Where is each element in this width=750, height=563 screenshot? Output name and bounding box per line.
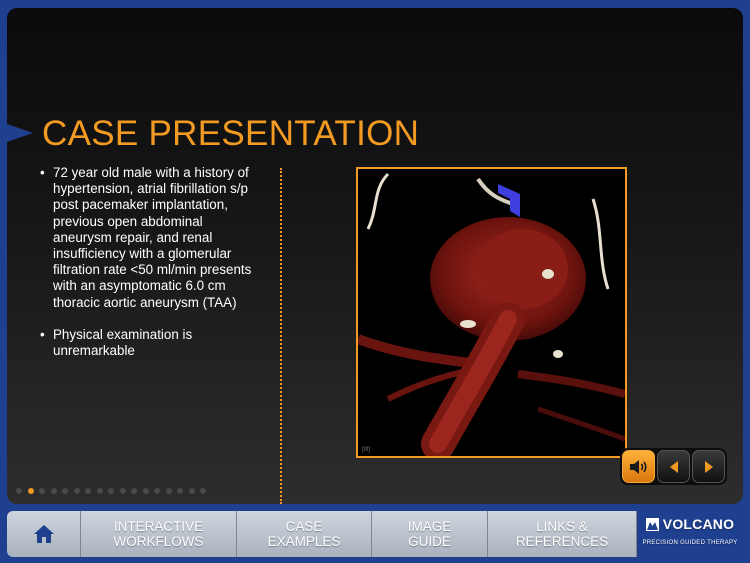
next-button[interactable]	[692, 450, 725, 483]
nav-label: EXAMPLES	[267, 534, 341, 549]
content-panel: CASE PRESENTATION • 72 year old male with…	[7, 8, 743, 504]
volcano-logo[interactable]: VOLCANO PRECISION GUIDED THERAPY	[637, 511, 743, 557]
home-icon	[33, 525, 54, 543]
page-dot[interactable]	[131, 488, 137, 494]
page-dot[interactable]	[142, 488, 149, 494]
page-dot[interactable]	[200, 488, 206, 494]
bullet-icon: •	[40, 326, 45, 342]
volcano-mark-icon	[645, 518, 659, 532]
page-dot[interactable]	[73, 488, 80, 494]
page-dot[interactable]	[50, 488, 57, 494]
title-arrow-marker	[7, 124, 33, 142]
nav-label: LINKS &	[536, 518, 588, 534]
page-dot-active[interactable]	[27, 488, 34, 494]
left-arrow-icon	[669, 460, 678, 473]
logo-name: VOLCANO	[662, 516, 735, 532]
page-dot[interactable]	[154, 488, 160, 494]
page-indicator[interactable]	[16, 488, 206, 494]
logo-tagline: PRECISION GUIDED THERAPY	[642, 539, 738, 546]
nav-label: INTERACTIVE	[113, 518, 204, 534]
sound-button[interactable]	[622, 450, 655, 483]
page-dot[interactable]	[188, 488, 195, 494]
nav-label: GUIDE	[408, 534, 451, 549]
bullet-icon: •	[40, 165, 45, 180]
list-item: • Physical examination is unremarkable	[40, 327, 265, 359]
page-dot[interactable]	[16, 488, 22, 494]
ct-image[interactable]: [tif]	[356, 167, 627, 458]
svg-text:[tif]: [tif]	[362, 447, 370, 453]
page-dot[interactable]	[85, 488, 91, 494]
nav-label: IMAGE	[407, 518, 452, 534]
nav-image-guide[interactable]: IMAGE GUIDE	[372, 511, 488, 557]
nav-label: WORKFLOWS	[113, 534, 204, 549]
right-arrow-icon	[704, 460, 713, 473]
page-dot[interactable]	[119, 488, 126, 494]
page-title: CASE PRESENTATION	[42, 114, 420, 153]
page-dot[interactable]	[177, 488, 183, 494]
nav-links-references[interactable]: LINKS & REFERENCES	[488, 511, 637, 557]
nav-case-examples[interactable]: CASE EXAMPLES	[237, 511, 372, 557]
bottom-nav: INTERACTIVE WORKFLOWS CASE EXAMPLES IMAGE G…	[7, 511, 743, 557]
speaker-icon	[629, 459, 647, 474]
page-dot[interactable]	[62, 488, 68, 494]
page-dot[interactable]	[39, 488, 45, 494]
dotted-divider	[280, 168, 282, 504]
page-dot[interactable]	[96, 488, 103, 494]
nav-label: CASE	[285, 518, 323, 534]
page-dot[interactable]	[165, 488, 172, 494]
page-dot[interactable]	[108, 488, 114, 494]
bullet-text: Physical examination is unremarkable	[53, 326, 193, 359]
case-bullets: • 72 year old male with a history of hype…	[40, 165, 265, 375]
bullet-text: 72 year old male with a history of hyper…	[53, 165, 252, 310]
prev-button[interactable]	[657, 450, 690, 483]
nav-label: REFERENCES	[515, 534, 609, 549]
list-item: • 72 year old male with a history of hype…	[40, 165, 265, 311]
aorta-image-icon: [tif]	[358, 169, 625, 456]
nav-interactive-workflows[interactable]: INTERACTIVE WORKFLOWS	[81, 511, 237, 557]
media-controls	[620, 448, 727, 485]
home-button[interactable]	[7, 511, 81, 557]
